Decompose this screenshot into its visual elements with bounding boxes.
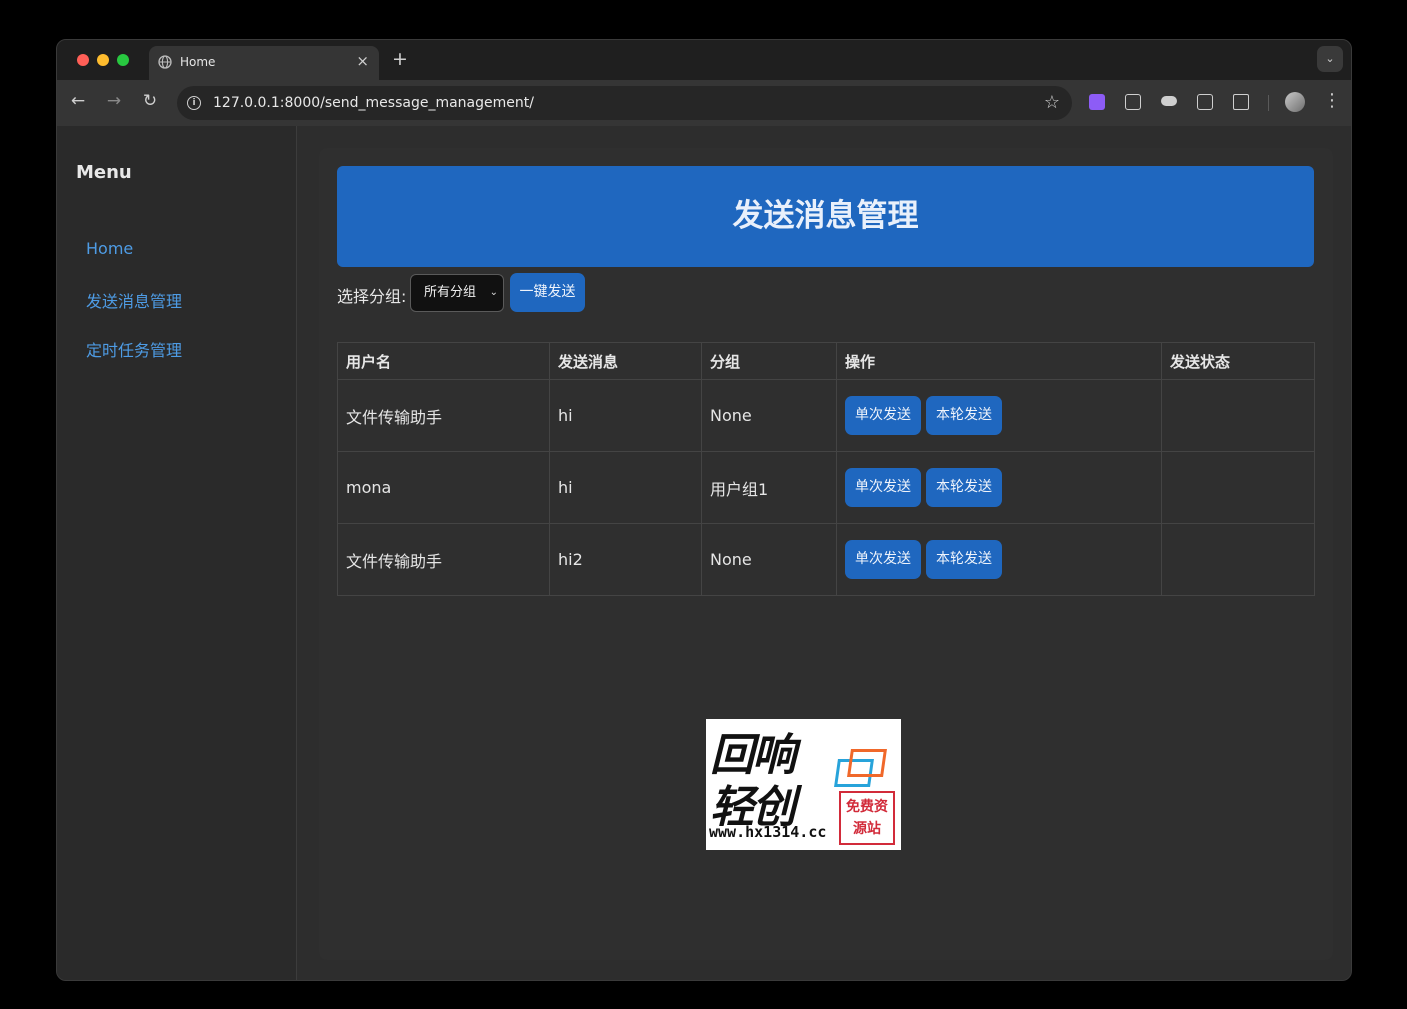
profile-avatar[interactable] — [1285, 92, 1305, 112]
sidebar-item-scheduled-tasks[interactable]: 定时任务管理 — [86, 337, 182, 361]
extension-icon[interactable] — [1089, 94, 1105, 110]
extension-icon[interactable] — [1197, 94, 1213, 110]
round-send-button[interactable]: 本轮发送 — [926, 540, 1002, 579]
site-info-icon[interactable]: i — [187, 96, 201, 110]
column-header-message: 发送消息 — [549, 342, 702, 380]
extension-icon[interactable] — [1161, 96, 1177, 106]
cell-username: 文件传输助手 — [337, 523, 550, 596]
column-header-status: 发送状态 — [1161, 342, 1315, 380]
bookmark-star-icon[interactable]: ☆ — [1044, 92, 1060, 113]
extensions-puzzle-icon[interactable] — [1233, 94, 1249, 110]
sidebar-item-send-message[interactable]: 发送消息管理 — [86, 288, 182, 312]
cell-status — [1161, 379, 1315, 452]
browser-toolbar: ← → ↻ i 127.0.0.1:8000/send_message_mana… — [57, 80, 1351, 127]
table-row: 文件传输助手 hi None 单次发送 本轮发送 — [337, 379, 1315, 452]
cell-status — [1161, 451, 1315, 524]
table-row: 文件传输助手 hi2 None 单次发送 本轮发送 — [337, 523, 1315, 596]
back-button[interactable]: ← — [67, 91, 89, 111]
cell-status — [1161, 523, 1315, 596]
cell-group: None — [701, 379, 837, 452]
single-send-button[interactable]: 单次发送 — [845, 468, 921, 507]
page-title: 发送消息管理 — [337, 166, 1314, 267]
watermark-shape — [847, 749, 887, 777]
watermark-stamp: 免费资源站 — [839, 791, 895, 845]
toolbar-divider — [1268, 95, 1269, 111]
cell-username: 文件传输助手 — [337, 379, 550, 452]
message-table: 用户名 发送消息 分组 操作 发送状态 文件传输助手 hi None 单次发送本… — [337, 342, 1315, 596]
address-bar[interactable]: i 127.0.0.1:8000/send_message_management… — [177, 86, 1072, 120]
browser-menu-icon[interactable]: ⋮ — [1323, 90, 1341, 111]
url-text[interactable]: 127.0.0.1:8000/send_message_management/ — [213, 95, 534, 111]
page-content: Menu Home 发送消息管理 定时任务管理 发送消息管理 选择分组: 所有分… — [57, 126, 1351, 980]
minimize-window-button[interactable] — [97, 54, 109, 66]
new-tab-button[interactable]: + — [392, 48, 408, 70]
chevron-down-icon: ⌄ — [489, 287, 498, 298]
cell-message: hi — [549, 379, 702, 452]
round-send-button[interactable]: 本轮发送 — [926, 396, 1002, 435]
cell-message: hi2 — [549, 523, 702, 596]
watermark-url: www.hx1314.cc — [709, 823, 827, 841]
table-header-row: 用户名 发送消息 分组 操作 发送状态 — [337, 342, 1315, 380]
round-send-button[interactable]: 本轮发送 — [926, 468, 1002, 507]
cell-group: 用户组1 — [701, 451, 837, 524]
cell-actions: 单次发送 本轮发送 — [836, 523, 1162, 596]
send-all-button[interactable]: 一键发送 — [510, 273, 585, 312]
sidebar-title: Menu — [76, 162, 132, 183]
sidebar: Menu Home 发送消息管理 定时任务管理 — [57, 126, 297, 980]
globe-icon — [158, 55, 172, 69]
cell-actions: 单次发送 本轮发送 — [836, 451, 1162, 524]
forward-button[interactable]: → — [103, 91, 125, 111]
extension-icon[interactable] — [1125, 94, 1141, 110]
maximize-window-button[interactable] — [117, 54, 129, 66]
sidebar-item-home[interactable]: Home — [86, 239, 133, 258]
main-panel: 发送消息管理 选择分组: 所有分组 ⌄ 一键发送 用户名 发送消息 分组 操作 — [319, 148, 1333, 960]
tab-search-button[interactable]: ⌄ — [1317, 46, 1343, 72]
watermark-logo: 回响 轻创 www.hx1314.cc 免费资源站 — [706, 719, 901, 850]
tab-strip: Home × + ⌄ — [57, 40, 1351, 80]
cell-message: hi — [549, 451, 702, 524]
table-row: mona hi 用户组1 单次发送 本轮发送 — [337, 451, 1315, 524]
column-header-actions: 操作 — [836, 342, 1162, 380]
single-send-button[interactable]: 单次发送 — [845, 540, 921, 579]
cell-actions: 单次发送 本轮发送 — [836, 379, 1162, 452]
cell-username: mona — [337, 451, 550, 524]
close-window-button[interactable] — [77, 54, 89, 66]
group-select-value: 所有分组 — [424, 285, 477, 300]
tab-title: Home — [180, 55, 216, 69]
column-header-username: 用户名 — [337, 342, 550, 380]
group-select-label: 选择分组: — [337, 287, 407, 306]
browser-window: Home × + ⌄ ← → ↻ i 127.0.0.1:8000/send_m… — [56, 39, 1352, 981]
reload-button[interactable]: ↻ — [139, 91, 161, 111]
group-select[interactable]: 所有分组 ⌄ — [410, 274, 504, 312]
cell-group: None — [701, 523, 837, 596]
column-header-group: 分组 — [701, 342, 837, 380]
tab-home[interactable]: Home × — [149, 46, 379, 80]
single-send-button[interactable]: 单次发送 — [845, 396, 921, 435]
close-tab-icon[interactable]: × — [356, 52, 369, 70]
